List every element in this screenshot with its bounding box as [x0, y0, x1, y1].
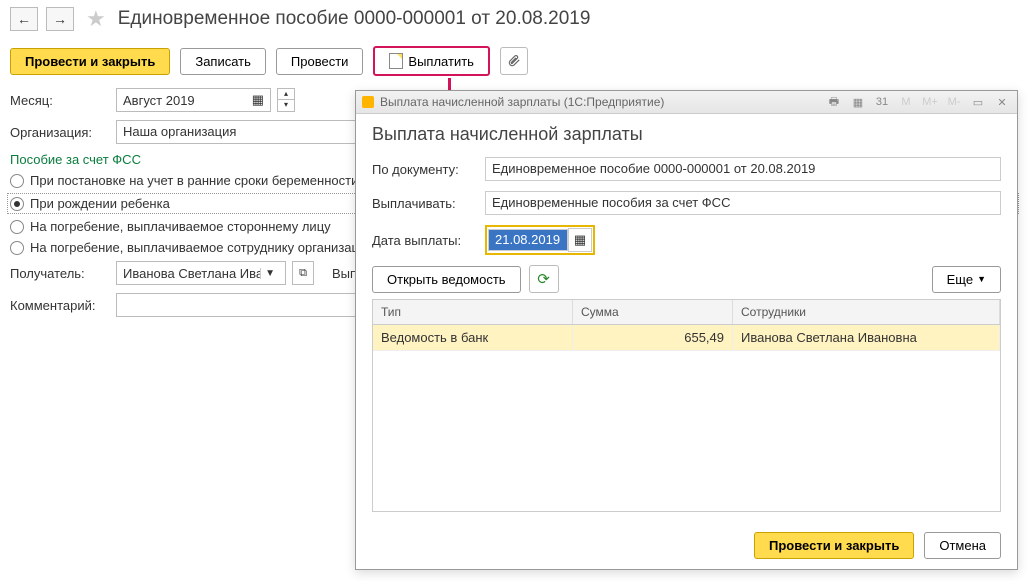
- col-employees[interactable]: Сотрудники: [733, 300, 1000, 324]
- spinner-up-icon[interactable]: ▴: [278, 89, 294, 100]
- comment-input[interactable]: [116, 293, 370, 317]
- calendar-icon[interactable]: ▦: [252, 92, 264, 108]
- org-label: Организация:: [10, 125, 110, 140]
- nav-forward-button[interactable]: →: [46, 7, 74, 31]
- page-title: Единовременное пособие 0000-000001 от 20…: [118, 8, 591, 30]
- minimize-icon[interactable]: ▭: [969, 94, 987, 110]
- modal-window-title: Выплата начисленной зарплаты (1С:Предпри…: [380, 95, 664, 109]
- date-label: Дата выплаты:: [372, 233, 477, 248]
- save-button[interactable]: Записать: [180, 48, 266, 75]
- nav-back-button[interactable]: ←: [10, 7, 38, 31]
- chevron-down-icon: ▼: [977, 274, 986, 284]
- doc-input[interactable]: Единовременное пособие 0000-000001 от 20…: [485, 157, 1001, 181]
- calc-icon[interactable]: ▦: [849, 94, 867, 110]
- radio-label: На погребение, выплачиваемое сотруднику …: [30, 240, 373, 255]
- modal-cancel-button[interactable]: Отмена: [924, 532, 1001, 559]
- radio-label: При рождении ребенка: [30, 196, 170, 211]
- post-and-close-button[interactable]: Провести и закрыть: [10, 48, 170, 75]
- pay-button-label: Выплатить: [408, 54, 474, 69]
- document-icon: [389, 53, 403, 69]
- cell-type: Ведомость в банк: [373, 325, 573, 350]
- print-icon[interactable]: 🖶: [825, 94, 843, 110]
- dropdown-arrow-icon[interactable]: ▼: [260, 268, 279, 279]
- app-logo-icon: [362, 96, 374, 108]
- memory-m-button[interactable]: M: [897, 94, 915, 110]
- payout-modal: Выплата начисленной зарплаты (1С:Предпри…: [355, 90, 1018, 570]
- open-recipient-button[interactable]: ⧉: [292, 261, 314, 285]
- radio-label: На погребение, выплачиваемое стороннему …: [30, 219, 331, 234]
- spinner-down-icon[interactable]: ▾: [278, 100, 294, 111]
- modal-titlebar[interactable]: Выплата начисленной зарплаты (1С:Предпри…: [356, 91, 1017, 114]
- col-sum[interactable]: Сумма: [573, 300, 733, 324]
- favorite-star-icon[interactable]: ★: [86, 6, 106, 32]
- radio-label: При постановке на учет в ранние сроки бе…: [30, 173, 358, 188]
- payout-table: Тип Сумма Сотрудники Ведомость в банк 65…: [372, 299, 1001, 512]
- paytype-input[interactable]: Единовременные пособия за счет ФСС: [485, 191, 1001, 215]
- modal-heading: Выплата начисленной зарплаты: [372, 124, 1001, 145]
- month-label: Месяц:: [10, 93, 110, 108]
- table-header: Тип Сумма Сотрудники: [373, 300, 1000, 325]
- table-row[interactable]: Ведомость в банк 655,49 Иванова Светлана…: [373, 325, 1000, 351]
- post-button[interactable]: Провести: [276, 48, 364, 75]
- close-icon[interactable]: ✕: [993, 94, 1011, 110]
- col-type[interactable]: Тип: [373, 300, 573, 324]
- open-list-button[interactable]: Открыть ведомость: [372, 266, 521, 293]
- radio-icon: [10, 241, 24, 255]
- attachment-button[interactable]: [500, 47, 528, 75]
- radio-icon: [10, 174, 24, 188]
- date-field-wrap: 21.08.2019 ▦: [485, 225, 595, 255]
- cell-sum: 655,49: [573, 325, 733, 350]
- radio-icon: [10, 220, 24, 234]
- recipient-input[interactable]: Иванова Светлана Иванов ▼: [116, 261, 286, 285]
- month-spinner[interactable]: ▴ ▾: [277, 88, 295, 112]
- recipient-value: Иванова Светлана Иванов: [123, 266, 260, 281]
- cell-employee: Иванова Светлана Ивановна: [733, 325, 1000, 350]
- more-label: Еще: [947, 272, 973, 287]
- date-picker-button[interactable]: ▦: [568, 228, 592, 252]
- calendar-toolbar-icon[interactable]: 31: [873, 94, 891, 110]
- month-value: Август 2019: [123, 93, 195, 108]
- recipient-label: Получатель:: [10, 266, 110, 281]
- date-input[interactable]: 21.08.2019: [488, 229, 568, 251]
- org-input[interactable]: Наша организация: [116, 120, 370, 144]
- memory-mplus-button[interactable]: M+: [921, 94, 939, 110]
- doc-label: По документу:: [372, 162, 477, 177]
- more-button[interactable]: Еще ▼: [932, 266, 1001, 293]
- modal-post-close-button[interactable]: Провести и закрыть: [754, 532, 914, 559]
- pay-button[interactable]: Выплатить: [373, 46, 490, 76]
- memory-mminus-button[interactable]: M-: [945, 94, 963, 110]
- paytype-label: Выплачивать:: [372, 196, 477, 211]
- month-input[interactable]: Август 2019 ▦: [116, 88, 271, 112]
- refresh-button[interactable]: ⟳: [529, 265, 559, 293]
- comment-label: Комментарий:: [10, 298, 110, 313]
- radio-icon: [10, 197, 24, 211]
